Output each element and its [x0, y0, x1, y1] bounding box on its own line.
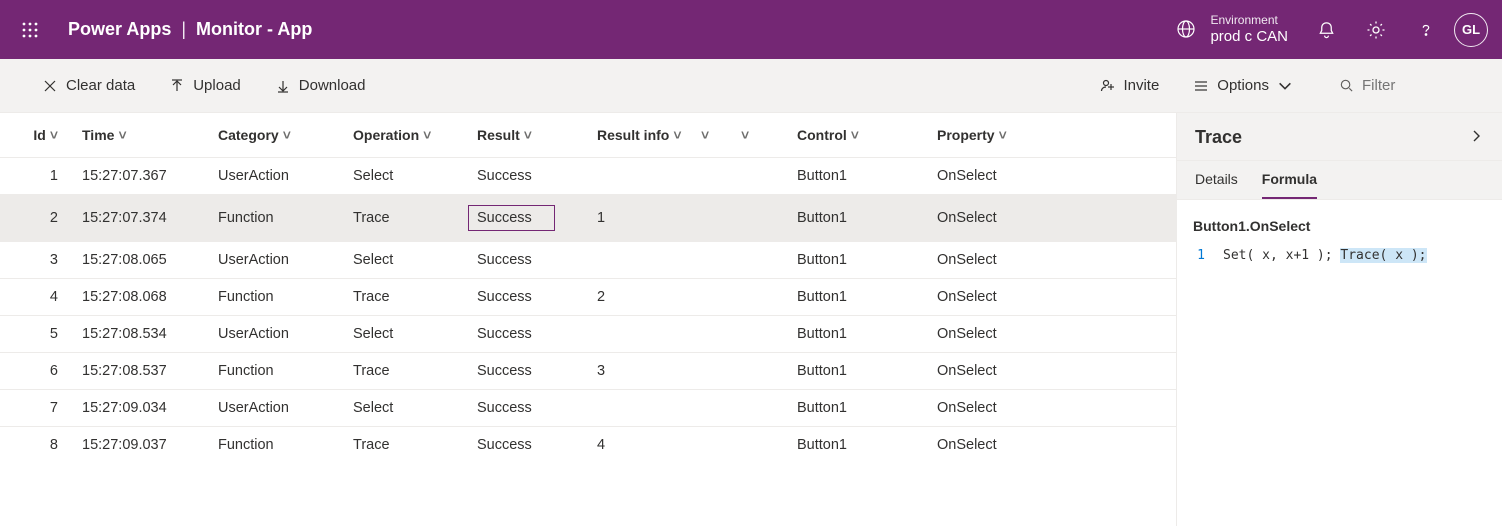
- clear-data-button[interactable]: Clear data: [34, 71, 143, 100]
- tab-details[interactable]: Details: [1195, 171, 1238, 199]
- col-result[interactable]: Result˅: [477, 113, 597, 158]
- table-row[interactable]: 615:27:08.537FunctionTraceSuccess3Button…: [0, 353, 1176, 390]
- tab-formula[interactable]: Formula: [1262, 171, 1317, 199]
- command-bar: Clear data Upload Download Invite Option…: [0, 59, 1502, 113]
- globe-icon: [1176, 19, 1196, 39]
- col-time[interactable]: Time˅: [82, 113, 218, 158]
- col-control[interactable]: Control˅: [797, 113, 937, 158]
- table-row[interactable]: 415:27:08.068FunctionTraceSuccess2Button…: [0, 279, 1176, 316]
- filter-box[interactable]: [1319, 77, 1482, 94]
- environment-picker[interactable]: Environment prod c CAN: [1176, 13, 1288, 45]
- breadcrumb-separator: |: [181, 19, 186, 40]
- avatar[interactable]: GL: [1454, 13, 1488, 47]
- breadcrumb: Power Apps | Monitor - App: [68, 19, 312, 40]
- table-row[interactable]: 215:27:07.374FunctionTraceSuccess1Button…: [0, 195, 1176, 242]
- table-row[interactable]: 515:27:08.534UserActionSelectSuccessButt…: [0, 316, 1176, 353]
- panel-title: Trace: [1195, 127, 1242, 148]
- table-row[interactable]: 115:27:07.367UserActionSelectSuccessButt…: [0, 158, 1176, 195]
- table-row[interactable]: 815:27:09.037FunctionTraceSuccess4Button…: [0, 427, 1176, 464]
- formula-title: Button1.OnSelect: [1193, 218, 1486, 234]
- waffle-icon[interactable]: [14, 14, 46, 46]
- bell-icon[interactable]: [1316, 20, 1336, 40]
- col-operation[interactable]: Operation˅: [353, 113, 477, 158]
- line-number: 1: [1193, 248, 1205, 263]
- help-icon[interactable]: [1416, 20, 1436, 40]
- col-id[interactable]: Id˅: [0, 113, 82, 158]
- page-title[interactable]: Monitor - App: [196, 19, 312, 40]
- filter-input[interactable]: [1362, 77, 1482, 94]
- env-name: prod c CAN: [1210, 28, 1288, 46]
- upload-button[interactable]: Upload: [161, 71, 249, 100]
- col-blank1[interactable]: ˅: [697, 113, 737, 158]
- col-property[interactable]: Property˅: [937, 113, 1176, 158]
- download-button[interactable]: Download: [267, 71, 374, 100]
- col-blank2[interactable]: ˅: [737, 113, 797, 158]
- events-grid: Id˅ Time˅ Category˅ Operation˅ Result˅ R…: [0, 113, 1176, 526]
- col-result-info[interactable]: Result info˅: [597, 113, 697, 158]
- table-row[interactable]: 315:27:08.065UserActionSelectSuccessButt…: [0, 242, 1176, 279]
- col-category[interactable]: Category˅: [218, 113, 353, 158]
- table-row[interactable]: 715:27:09.034UserActionSelectSuccessButt…: [0, 390, 1176, 427]
- brand-name[interactable]: Power Apps: [68, 19, 171, 40]
- gear-icon[interactable]: [1366, 20, 1386, 40]
- env-label: Environment: [1210, 13, 1288, 27]
- formula-code: 1 Set( x, x+1 ); Trace( x );: [1193, 248, 1486, 263]
- chevron-right-icon[interactable]: [1468, 128, 1484, 147]
- invite-button[interactable]: Invite: [1091, 71, 1167, 100]
- options-button[interactable]: Options: [1185, 71, 1301, 100]
- app-header: Power Apps | Monitor - App Environment p…: [0, 0, 1502, 59]
- details-panel: Trace Details Formula Button1.OnSelect 1…: [1176, 113, 1502, 526]
